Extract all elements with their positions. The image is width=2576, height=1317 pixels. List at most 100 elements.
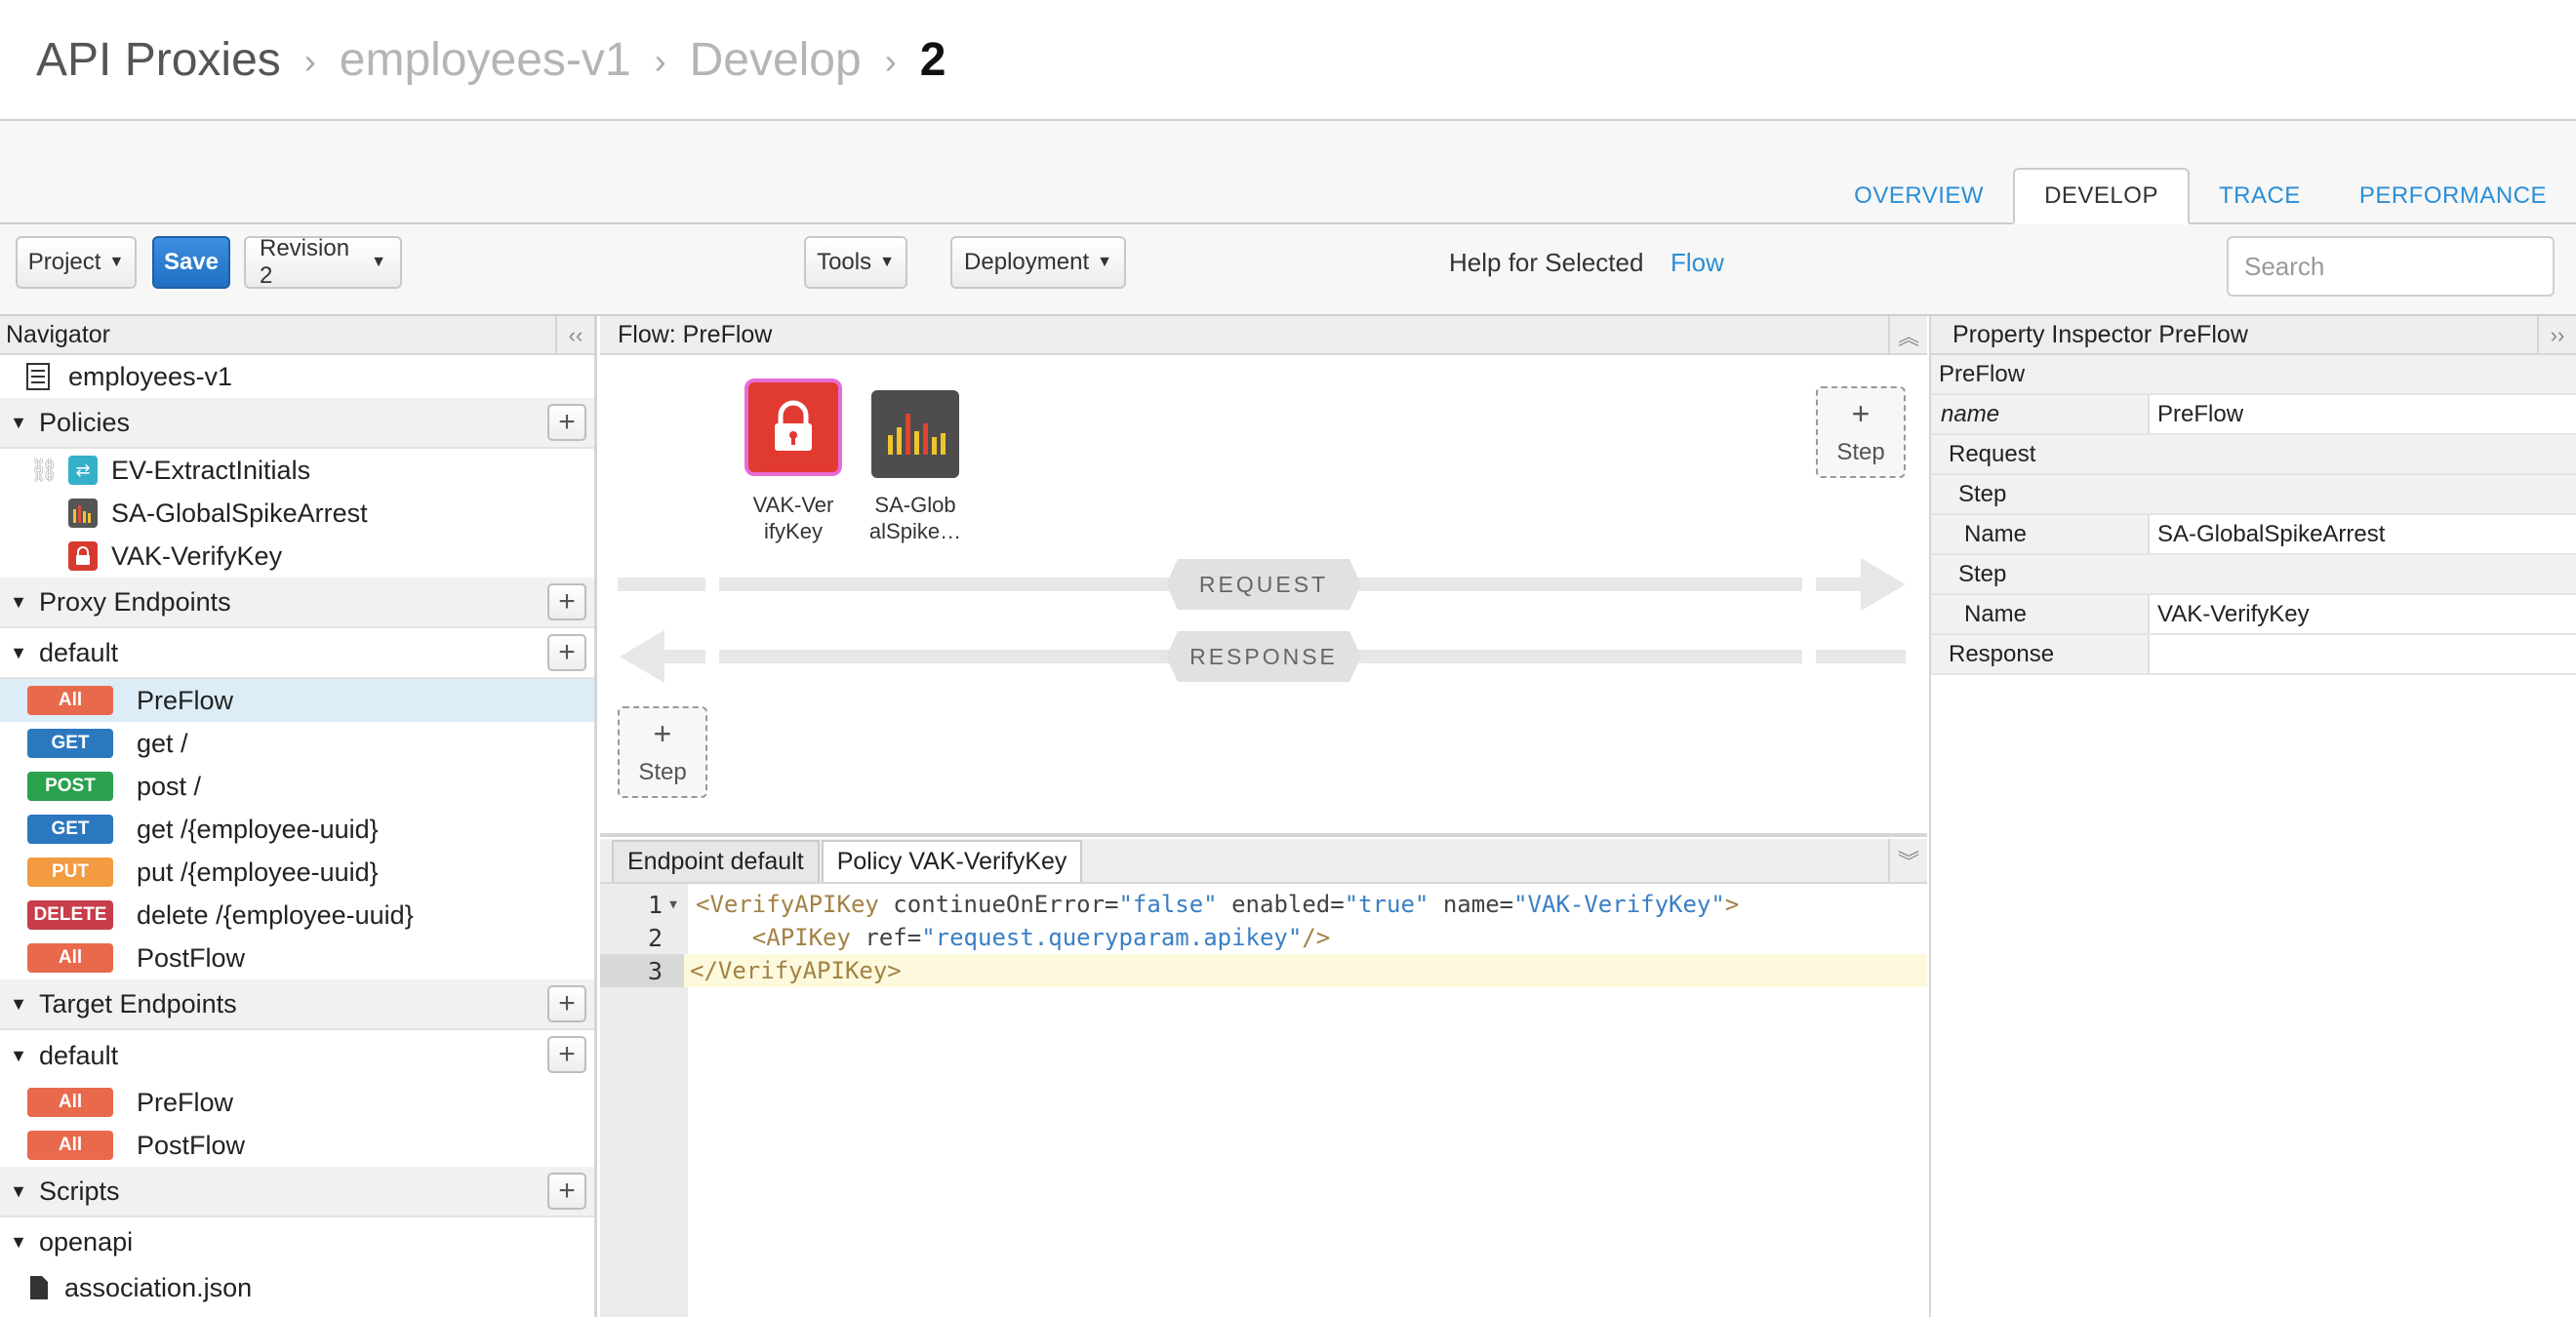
triangle-down-icon[interactable]: ▼ — [6, 1181, 31, 1202]
triangle-down-icon[interactable]: ▼ — [6, 1046, 31, 1066]
target-endpoint-default[interactable]: ▼ default + — [0, 1030, 594, 1081]
flow-item[interactable]: PUT put /{employee-uuid} — [0, 851, 594, 894]
tab-endpoint-default[interactable]: Endpoint default — [612, 840, 820, 882]
nav-section-proxy-endpoints[interactable]: ▼ Proxy Endpoints + — [0, 578, 594, 628]
tab-develop[interactable]: DEVELOP — [2013, 168, 2190, 224]
property-value-step-name[interactable]: VAK-VerifyKey — [2148, 595, 2576, 633]
flow-item[interactable]: GET get /{employee-uuid} — [0, 808, 594, 851]
add-policy-button[interactable]: + — [547, 404, 586, 441]
add-response-step-button[interactable]: + Step — [618, 706, 707, 798]
breadcrumb-revision: 2 — [919, 33, 946, 86]
nav-root-item[interactable]: employees-v1 — [0, 355, 594, 398]
collapse-up-icon[interactable]: ︽ — [1888, 316, 1927, 355]
policy-item[interactable]: VAK-VerifyKey — [0, 535, 594, 578]
code-text: <APIKey ref="request.queryparam.apikey"/… — [751, 924, 1331, 951]
request-lane — [618, 578, 705, 591]
link-icon: ⛓ — [29, 457, 60, 484]
policies-title: Policies — [39, 407, 131, 437]
add-flow-button[interactable]: + — [547, 1036, 586, 1073]
policy-label: EV-ExtractInitials — [111, 455, 311, 485]
triangle-down-icon[interactable]: ▼ — [6, 413, 31, 433]
collapse-down-icon[interactable]: ︾ — [1888, 839, 1927, 882]
triangle-down-icon[interactable]: ▼ — [6, 994, 31, 1015]
flow-label: PreFlow — [137, 685, 234, 715]
search-input[interactable] — [2227, 236, 2555, 297]
proxy-endpoint-default[interactable]: ▼ default + — [0, 628, 594, 679]
lock-icon — [775, 400, 812, 451]
add-script-button[interactable]: + — [547, 1173, 586, 1210]
proxy-endpoints-title: Proxy Endpoints — [39, 586, 231, 617]
flow-item[interactable]: All PostFlow — [0, 937, 594, 979]
property-value-step-name[interactable]: SA-GlobalSpikeArrest — [2148, 515, 2576, 553]
property-value-response[interactable] — [2148, 635, 2576, 673]
flow-item[interactable]: GET get / — [0, 722, 594, 765]
script-file[interactable]: association.json — [0, 1266, 594, 1309]
code-line-active[interactable]: 3 </VerifyAPIKey> — [600, 954, 1927, 987]
request-lane — [1816, 578, 1863, 591]
fold-arrow-icon[interactable]: ▼ — [663, 898, 684, 912]
breadcrumb-proxy[interactable]: employees-v1 — [340, 33, 631, 87]
policy-label: SA-GlobalSpikeArrest — [111, 498, 368, 528]
tab-trace[interactable]: TRACE — [2190, 168, 2330, 224]
save-button[interactable]: Save — [152, 236, 230, 289]
tools-menu-button[interactable]: Tools ▼ — [804, 236, 907, 289]
triangle-down-icon[interactable]: ▼ — [6, 1232, 31, 1253]
policy-tile-verify-key[interactable] — [748, 382, 838, 472]
toolbar: Project ▼ Save Revision 2 ▼ Tools ▼ Depl… — [0, 224, 2576, 316]
flow-item[interactable]: All PreFlow — [0, 1081, 594, 1124]
triangle-down-icon[interactable]: ▼ — [6, 643, 31, 663]
project-menu-button[interactable]: Project ▼ — [16, 236, 137, 289]
flow-item[interactable]: All PostFlow — [0, 1124, 594, 1167]
extract-variables-icon: ⇄ — [68, 456, 98, 485]
tab-policy-verify-key[interactable]: Policy VAK-VerifyKey — [821, 840, 1083, 882]
response-label: RESPONSE — [1166, 631, 1361, 682]
triangle-down-icon[interactable]: ▼ — [6, 592, 31, 613]
breadcrumb-develop[interactable]: Develop — [690, 33, 862, 87]
policy-tile-label: VAK-Ver ifyKey — [752, 493, 834, 543]
project-label: Project — [27, 249, 101, 275]
target-endpoints-title: Target Endpoints — [39, 988, 237, 1018]
caret-down-icon: ▼ — [1097, 254, 1112, 270]
flow-item[interactable]: DELETE delete /{employee-uuid} — [0, 894, 594, 937]
document-list-icon — [26, 363, 50, 390]
tab-overview[interactable]: OVERVIEW — [1825, 168, 2013, 224]
navigator-pane: Navigator ‹‹ employees-v1 ▼ Policies + ⛓… — [0, 316, 597, 1317]
property-value-name[interactable]: PreFlow — [2148, 395, 2576, 433]
policy-item[interactable]: SA-GlobalSpikeArrest — [0, 492, 594, 535]
property-key: Response — [1949, 640, 2055, 667]
breadcrumb-separator: › — [884, 41, 897, 81]
help-flow-link[interactable]: Flow — [1670, 248, 1724, 278]
flow-title: Flow: PreFlow — [618, 320, 773, 348]
policy-item[interactable]: ⛓ ⇄ EV-ExtractInitials — [0, 449, 594, 492]
scripts-folder[interactable]: ▼ openapi — [0, 1217, 594, 1266]
inspector-row-step-name: Name SA-GlobalSpikeArrest — [1931, 515, 2576, 555]
add-target-endpoint-button[interactable]: + — [547, 985, 586, 1022]
nav-section-target-endpoints[interactable]: ▼ Target Endpoints + — [0, 979, 594, 1030]
arrow-right-icon — [1861, 558, 1906, 611]
add-flow-button[interactable]: + — [547, 634, 586, 671]
flow-label: PostFlow — [137, 942, 246, 973]
help-for-selected-label: Help for Selected — [1449, 248, 1644, 277]
collapse-right-icon[interactable]: ›› — [2537, 316, 2576, 355]
nav-section-policies[interactable]: ▼ Policies + — [0, 398, 594, 449]
property-key: name — [1941, 400, 2000, 427]
add-proxy-endpoint-button[interactable]: + — [547, 583, 586, 620]
flow-item[interactable]: POST post / — [0, 765, 594, 808]
method-badge: POST — [27, 772, 113, 801]
nav-section-scripts[interactable]: ▼ Scripts + — [0, 1167, 594, 1217]
deployment-menu-button[interactable]: Deployment ▼ — [950, 236, 1126, 289]
code-line[interactable]: 2 <APIKey ref="request.queryparam.apikey… — [600, 921, 1927, 954]
policy-tile-spike-arrest[interactable] — [871, 390, 959, 478]
collapse-left-icon[interactable]: ‹‹ — [555, 316, 594, 355]
code-line[interactable]: 1 ▼ <VerifyAPIKey continueOnError="false… — [600, 888, 1927, 921]
caret-down-icon: ▼ — [879, 254, 895, 270]
flow-item-preflow[interactable]: All PreFlow — [0, 679, 594, 722]
tools-label: Tools — [817, 249, 872, 275]
tab-performance[interactable]: PERFORMANCE — [2330, 168, 2576, 224]
revision-menu-button[interactable]: Revision 2 ▼ — [244, 235, 402, 289]
add-request-step-button[interactable]: + Step — [1816, 386, 1906, 478]
response-lane — [1816, 650, 1906, 663]
method-badge: All — [27, 1088, 113, 1117]
breadcrumb-api-proxies[interactable]: API Proxies — [36, 33, 281, 87]
code-text: </VerifyAPIKey> — [690, 957, 902, 984]
